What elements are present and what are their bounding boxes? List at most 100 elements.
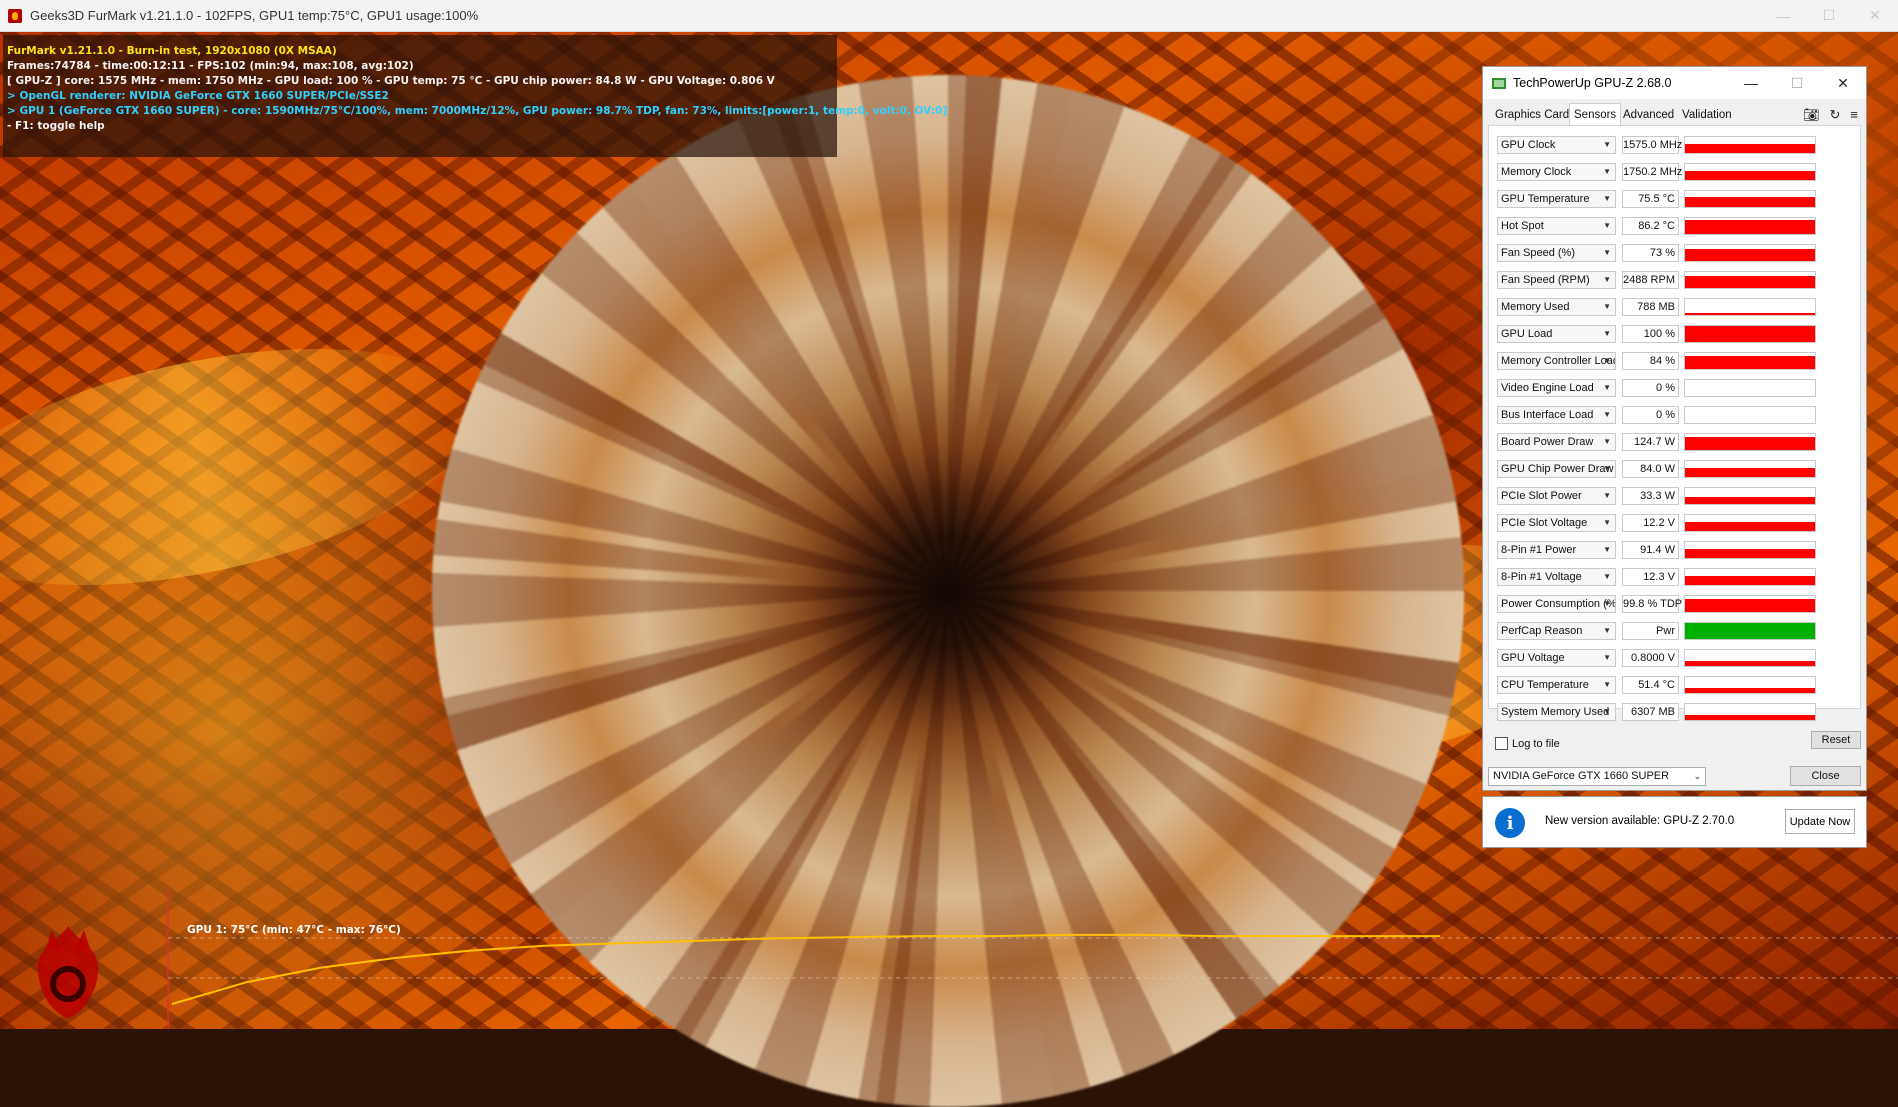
gpuz-window: TechPowerUp GPU-Z 2.68.0 — ☐ ✕ Graphics … [1482,66,1867,791]
sensor-name-dropdown[interactable]: PerfCap Reason ▼ [1497,622,1616,640]
furmark-osd: FurMark v1.21.1.0 - Burn-in test, 1920x1… [3,35,947,157]
log-to-file-checkbox[interactable]: Log to file [1495,737,1560,750]
refresh-icon[interactable]: ↻ [1830,107,1841,123]
sensor-row: 8-Pin #1 Power ▼ 91.4 W [1497,541,1855,559]
sensor-name-dropdown[interactable]: GPU Clock ▼ [1497,136,1616,154]
render-texture [0,306,496,628]
sensor-name-label: 8-Pin #1 Voltage [1501,571,1582,583]
minimize-button[interactable]: — [1760,0,1806,31]
sensor-name-dropdown[interactable]: Memory Clock ▼ [1497,163,1616,181]
chevron-down-icon: ▼ [1603,194,1611,203]
sensor-graph [1684,487,1816,505]
sensor-name-dropdown[interactable]: System Memory Used ▼ [1497,703,1616,721]
sensor-row: Fan Speed (RPM) ▼ 2488 RPM [1497,271,1855,289]
update-notification-text: New version available: GPU-Z 2.70.0 [1545,815,1735,827]
sensor-name-label: Video Engine Load [1501,382,1594,394]
sensor-value: 6307 MB [1622,703,1679,721]
osd-gpuz-line: [ GPU-Z ] core: 1575 MHz - mem: 1750 MHz… [7,75,775,88]
chevron-down-icon: ▼ [1603,437,1611,446]
sensor-value: Pwr [1622,622,1679,640]
sensor-name-dropdown[interactable]: GPU Load ▼ [1497,325,1616,343]
sensor-value: 0.8000 V [1622,649,1679,667]
reset-button[interactable]: Reset [1811,731,1861,749]
sensor-name-dropdown[interactable]: Hot Spot ▼ [1497,217,1616,235]
maximize-button[interactable]: ☐ [1806,0,1852,31]
tab-validation[interactable]: Validation [1678,105,1736,125]
gpuz-close-button[interactable]: ✕ [1820,67,1866,99]
sensor-graph-fill [1685,715,1815,720]
sensor-graph [1684,433,1816,451]
sensor-name-dropdown[interactable]: PCIe Slot Power ▼ [1497,487,1616,505]
sensor-value: 86.2 °C [1622,217,1679,235]
sensor-row: 8-Pin #1 Voltage ▼ 12.3 V [1497,568,1855,586]
checkbox-box[interactable] [1495,737,1508,750]
sensor-name-dropdown[interactable]: PCIe Slot Voltage ▼ [1497,514,1616,532]
gpuz-maximize-button[interactable]: ☐ [1774,67,1820,99]
sensor-row: Memory Used ▼ 788 MB [1497,298,1855,316]
gpu-select-dropdown[interactable]: NVIDIA GeForce GTX 1660 SUPER ⌄ [1488,767,1706,786]
sensor-name-dropdown[interactable]: CPU Temperature ▼ [1497,676,1616,694]
sensor-name-label: PerfCap Reason [1501,625,1583,637]
sensor-row: Bus Interface Load ▼ 0 % [1497,406,1855,424]
sensor-name-dropdown[interactable]: Fan Speed (RPM) ▼ [1497,271,1616,289]
sensor-name-dropdown[interactable]: GPU Voltage ▼ [1497,649,1616,667]
sensor-name-label: Memory Controller Load [1501,355,1616,367]
sensor-value: 2488 RPM [1622,271,1679,289]
sensor-name-dropdown[interactable]: 8-Pin #1 Voltage ▼ [1497,568,1616,586]
sensor-name-dropdown[interactable]: Video Engine Load ▼ [1497,379,1616,397]
sensor-value: 75.5 °C [1622,190,1679,208]
chevron-down-icon: ⌄ [1693,771,1701,781]
sensor-graph [1684,352,1816,370]
sensor-graph [1684,460,1816,478]
menu-icon[interactable]: ≡ [1850,107,1858,123]
sensor-graph-fill [1685,249,1815,261]
close-button[interactable]: ✕ [1852,0,1898,31]
furmark-titlebar: Geeks3D FurMark v1.21.1.0 - 102FPS, GPU1… [0,0,1898,32]
chevron-down-icon: ▼ [1603,680,1611,689]
chevron-down-icon: ▼ [1603,167,1611,176]
sensor-graph-fill [1685,326,1815,342]
sensor-name-dropdown[interactable]: Fan Speed (%) ▼ [1497,244,1616,262]
gpuz-minimize-button[interactable]: — [1728,67,1774,99]
chevron-down-icon: ▼ [1603,329,1611,338]
sensor-name-dropdown[interactable]: 8-Pin #1 Power ▼ [1497,541,1616,559]
sensor-graph-fill [1685,623,1815,639]
sensor-name-dropdown[interactable]: Bus Interface Load ▼ [1497,406,1616,424]
osd-help-hint: - F1: toggle help [7,120,105,133]
sensor-value: 84 % [1622,352,1679,370]
sensor-name-label: Fan Speed (RPM) [1501,274,1590,286]
sensor-name-dropdown[interactable]: Memory Used ▼ [1497,298,1616,316]
sensor-name-label: Power Consumption (%) [1501,598,1616,610]
update-now-button[interactable]: Update Now [1785,809,1855,834]
sensor-name-dropdown[interactable]: Board Power Draw ▼ [1497,433,1616,451]
sensor-row: Power Consumption (%) ▼ 99.8 % TDP [1497,595,1855,613]
sensor-row: Hot Spot ▼ 86.2 °C [1497,217,1855,235]
sensor-graph [1684,190,1816,208]
sensor-name-dropdown[interactable]: Power Consumption (%) ▼ [1497,595,1616,613]
sensor-graph [1684,514,1816,532]
sensor-name-dropdown[interactable]: GPU Temperature ▼ [1497,190,1616,208]
sensor-row: PCIe Slot Voltage ▼ 12.2 V [1497,514,1855,532]
tab-sensors[interactable]: Sensors [1569,103,1622,126]
camera-icon[interactable]: 📷︎ [1803,107,1820,123]
sensor-value: 84.0 W [1622,460,1679,478]
sensor-name-label: System Memory Used [1501,706,1610,718]
tab-graphics-card[interactable]: Graphics Card [1491,105,1573,125]
sensor-name-label: Board Power Draw [1501,436,1594,448]
sensor-name-dropdown[interactable]: GPU Chip Power Draw ▼ [1497,460,1616,478]
sensor-row: Fan Speed (%) ▼ 73 % [1497,244,1855,262]
sensor-value: 0 % [1622,379,1679,397]
temperature-graph-label: GPU 1: 75°C (min: 47°C - max: 76°C) [187,924,401,936]
sensor-graph [1684,136,1816,154]
sensor-row: GPU Temperature ▼ 75.5 °C [1497,190,1855,208]
sensor-graph [1684,595,1816,613]
sensor-graph-fill [1685,197,1815,207]
sensor-row: GPU Clock ▼ 1575.0 MHz [1497,136,1855,154]
sensor-name-dropdown[interactable]: Memory Controller Load ▼ [1497,352,1616,370]
close-window-button[interactable]: Close [1790,766,1861,786]
sensor-name-label: CPU Temperature [1501,679,1589,691]
chevron-down-icon: ▼ [1603,518,1611,527]
sensor-row: GPU Chip Power Draw ▼ 84.0 W [1497,460,1855,478]
tab-advanced[interactable]: Advanced [1619,105,1678,125]
sensor-name-label: Bus Interface Load [1501,409,1594,421]
